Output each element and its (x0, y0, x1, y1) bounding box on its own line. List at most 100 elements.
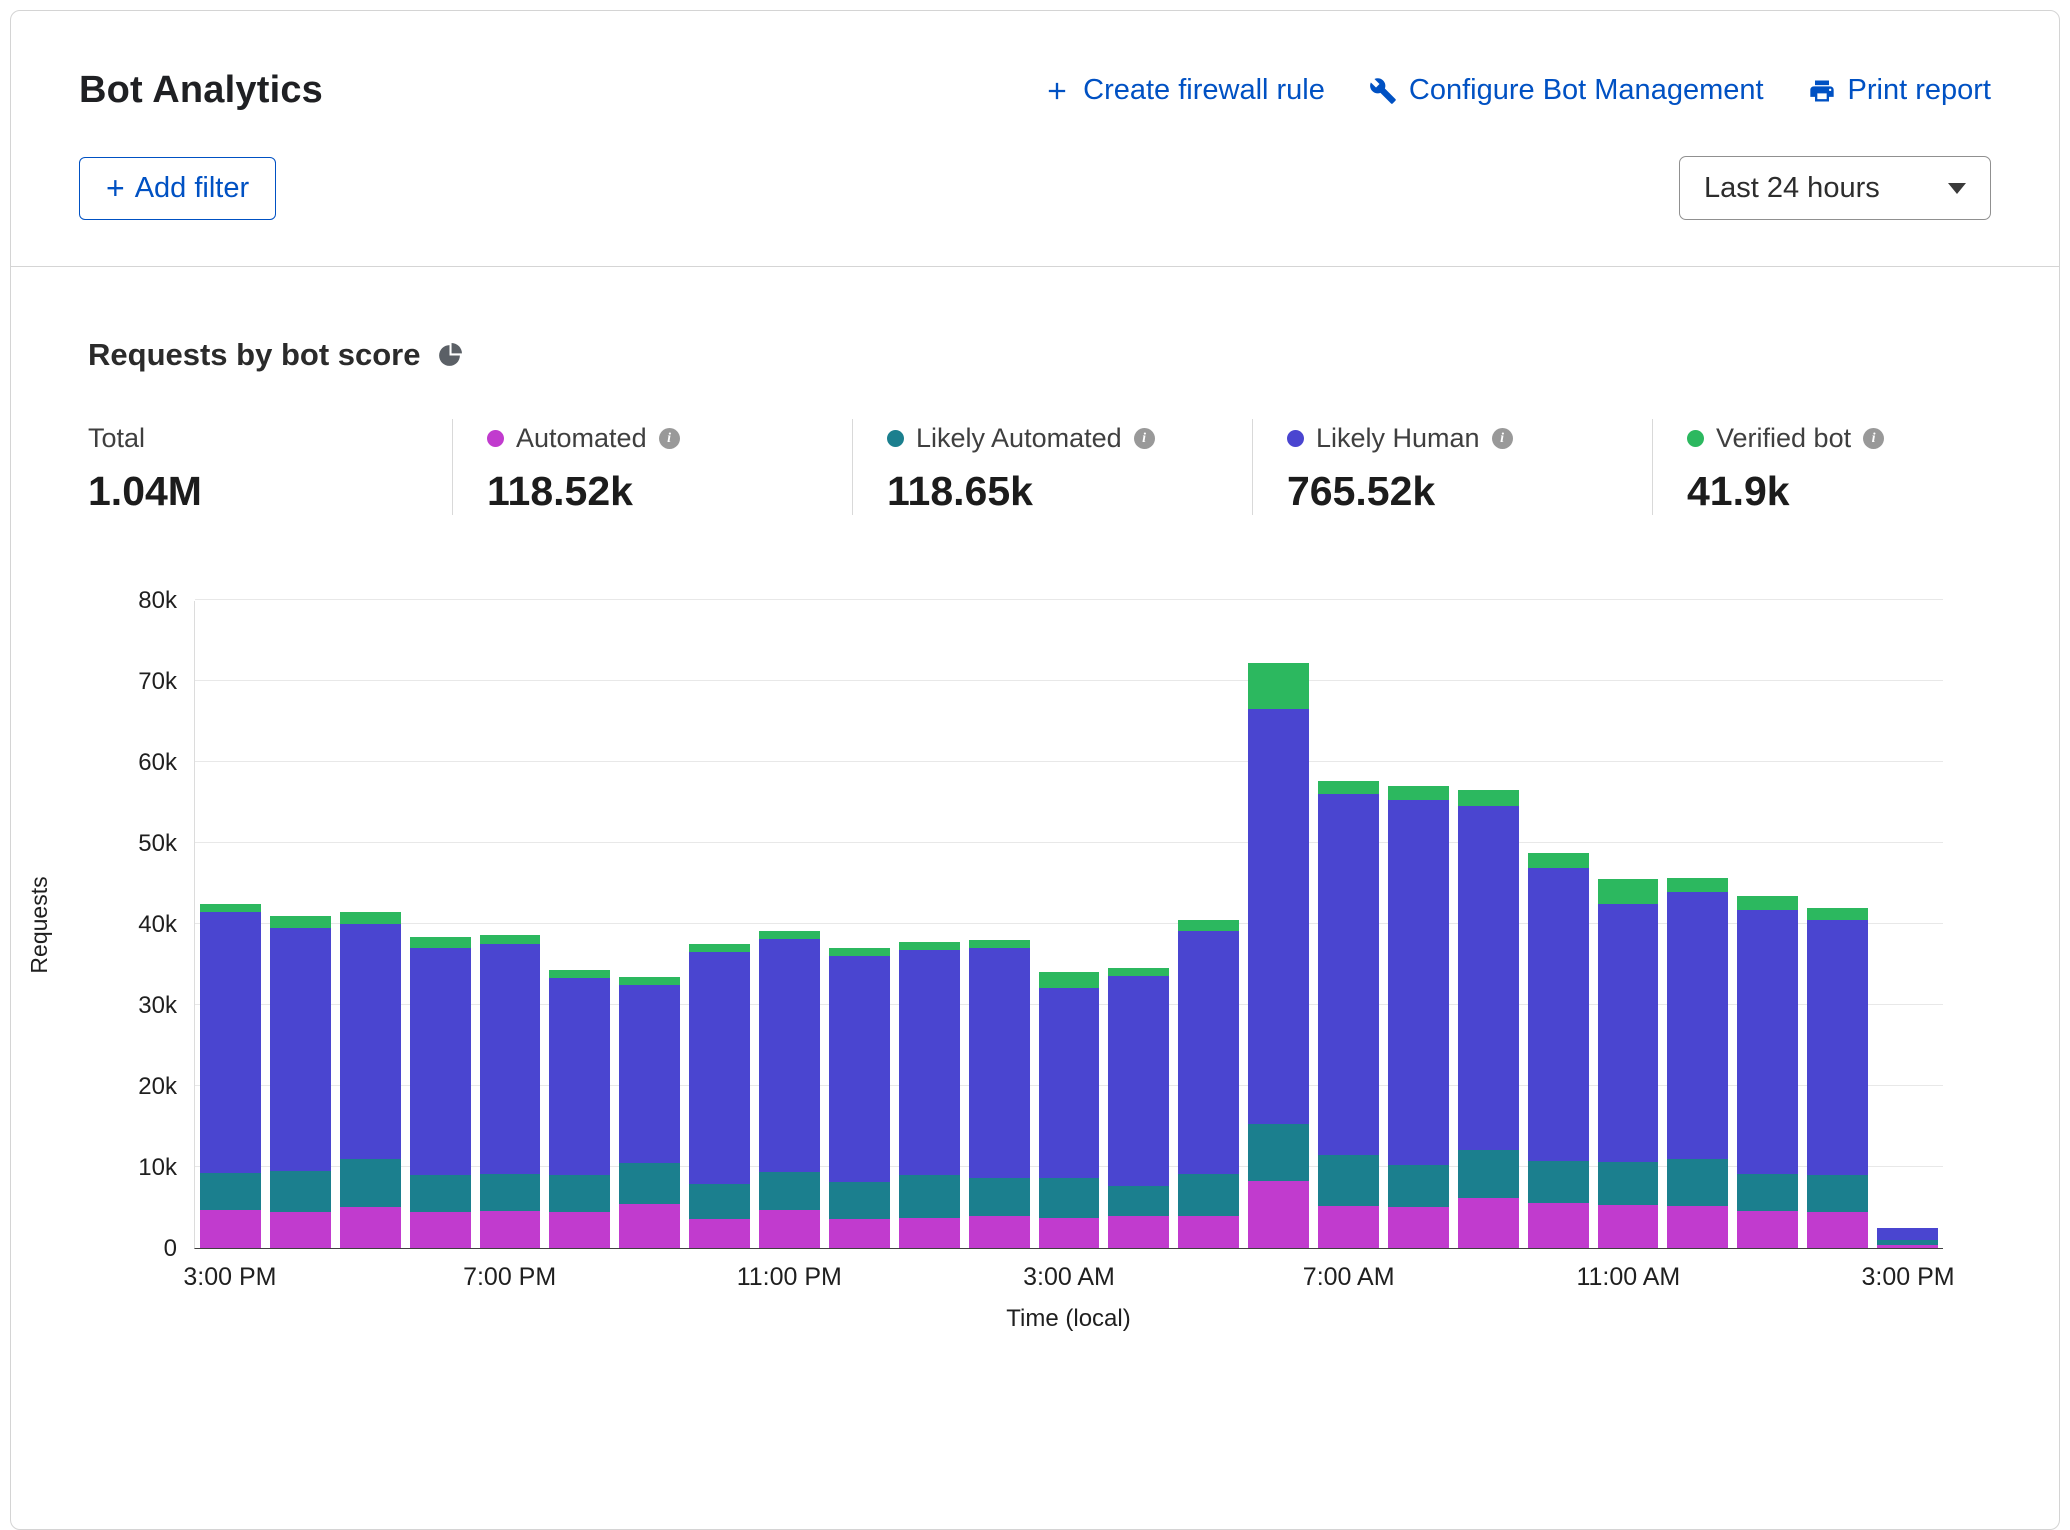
bar-stack (1877, 1228, 1938, 1248)
header-actions: Create firewall rule Configure Bot Manag… (1043, 74, 1991, 107)
bar-segment (1458, 1198, 1519, 1248)
bar-segment (759, 939, 820, 1171)
x-tick-label: 7:00 AM (1303, 1263, 1395, 1292)
info-icon[interactable]: i (1492, 428, 1513, 449)
y-tick-label: 0 (164, 1235, 177, 1263)
x-tick-label: 11:00 AM (1576, 1263, 1680, 1292)
bar-segment (619, 985, 680, 1163)
bar-segment (1807, 908, 1868, 920)
chart-bars (195, 601, 1943, 1248)
bar-segment (689, 944, 750, 952)
bar-segment (1667, 892, 1728, 1159)
bar-segment (899, 950, 960, 1175)
bar-stack (1039, 972, 1100, 1248)
bar-stack (270, 916, 331, 1248)
add-filter-button[interactable]: + Add filter (79, 157, 276, 220)
bar-stack (1318, 781, 1379, 1248)
bar-segment (1598, 904, 1659, 1162)
bar-segment (480, 944, 541, 1173)
plus-icon (1043, 77, 1071, 105)
stat-automated-value: 118.52k (487, 468, 852, 515)
bar-segment (340, 1159, 401, 1207)
bar-segment (549, 970, 610, 978)
info-icon[interactable]: i (1134, 428, 1155, 449)
bar-segment (899, 942, 960, 950)
info-icon[interactable]: i (1863, 428, 1884, 449)
x-tick-label: 3:00 AM (1023, 1263, 1115, 1292)
wrench-icon (1369, 77, 1397, 105)
bar-segment (1528, 868, 1589, 1161)
pie-chart-icon (436, 342, 463, 369)
bar-segment (619, 1163, 680, 1204)
bar-stack (480, 935, 541, 1248)
bar-segment (1458, 1150, 1519, 1198)
stat-likely-human: Likely Human i 765.52k (1252, 419, 1652, 515)
bar-stack (1178, 920, 1239, 1248)
x-axis-label: Time (local) (194, 1305, 1943, 1333)
bar-segment (1318, 781, 1379, 795)
bar-segment (1528, 853, 1589, 868)
x-tick-label: 3:00 PM (1861, 1263, 1954, 1292)
bar-segment (1877, 1245, 1938, 1248)
bar-stack (549, 970, 610, 1248)
create-firewall-rule-link[interactable]: Create firewall rule (1043, 74, 1325, 107)
bar-segment (619, 977, 680, 985)
bar-stack (689, 944, 750, 1248)
y-tick-label: 50k (138, 830, 177, 858)
bar-segment (829, 1219, 890, 1248)
y-tick-label: 80k (138, 587, 177, 615)
bar-segment (1458, 806, 1519, 1150)
configure-bot-management-link[interactable]: Configure Bot Management (1369, 74, 1764, 107)
configure-bot-management-label: Configure Bot Management (1409, 74, 1764, 107)
bar-stack (340, 912, 401, 1248)
bar-stack (1667, 878, 1728, 1248)
bar-segment (270, 1171, 331, 1212)
bar-segment (270, 916, 331, 928)
bar-segment (899, 1218, 960, 1248)
info-icon[interactable]: i (659, 428, 680, 449)
bar-stack (1388, 786, 1449, 1248)
bar-segment (549, 1175, 610, 1211)
bar-segment (689, 952, 750, 1184)
bot-analytics-card: Bot Analytics Create firewall rule Confi… (10, 10, 2060, 1530)
bar-segment (549, 1212, 610, 1248)
bar-segment (1318, 1206, 1379, 1248)
print-report-link[interactable]: Print report (1808, 74, 1991, 107)
likely-human-legend-dot (1287, 430, 1304, 447)
bar-segment (829, 1182, 890, 1218)
bar-segment (1528, 1161, 1589, 1202)
stat-automated-label: Automated (516, 423, 647, 454)
print-report-label: Print report (1848, 74, 1991, 107)
chart-section: Requests by bot score Total 1.04M Automa… (11, 267, 2059, 1333)
bar-segment (689, 1219, 750, 1248)
bar-stack (1108, 968, 1169, 1248)
bar-stack (200, 904, 261, 1248)
plus-icon: + (106, 172, 125, 204)
bar-segment (1108, 1186, 1169, 1216)
bar-segment (759, 1172, 820, 1210)
bar-segment (1039, 972, 1100, 988)
bar-segment (200, 1173, 261, 1210)
bar-segment (829, 948, 890, 957)
bar-segment (1248, 1124, 1309, 1181)
bar-segment (480, 1174, 541, 1211)
bar-segment (1388, 1207, 1449, 1248)
time-range-dropdown[interactable]: Last 24 hours (1679, 156, 1991, 220)
bar-segment (1737, 910, 1798, 1173)
bar-segment (1737, 1174, 1798, 1211)
add-filter-label: Add filter (135, 172, 249, 205)
stat-likely-human-label: Likely Human (1316, 423, 1480, 454)
stat-total: Total 1.04M (88, 419, 452, 515)
bar-segment (1598, 1205, 1659, 1248)
bar-segment (829, 956, 890, 1182)
bar-segment (1388, 800, 1449, 1165)
likely-automated-legend-dot (887, 430, 904, 447)
bar-segment (1807, 1212, 1868, 1248)
bar-segment (1108, 1216, 1169, 1248)
bar-segment (1039, 1218, 1100, 1248)
bar-stack (1737, 896, 1798, 1248)
stat-verified-bot: Verified bot i 41.9k (1652, 419, 1884, 515)
create-firewall-rule-label: Create firewall rule (1083, 74, 1325, 107)
bar-segment (759, 931, 820, 939)
stat-verified-bot-value: 41.9k (1687, 468, 1884, 515)
